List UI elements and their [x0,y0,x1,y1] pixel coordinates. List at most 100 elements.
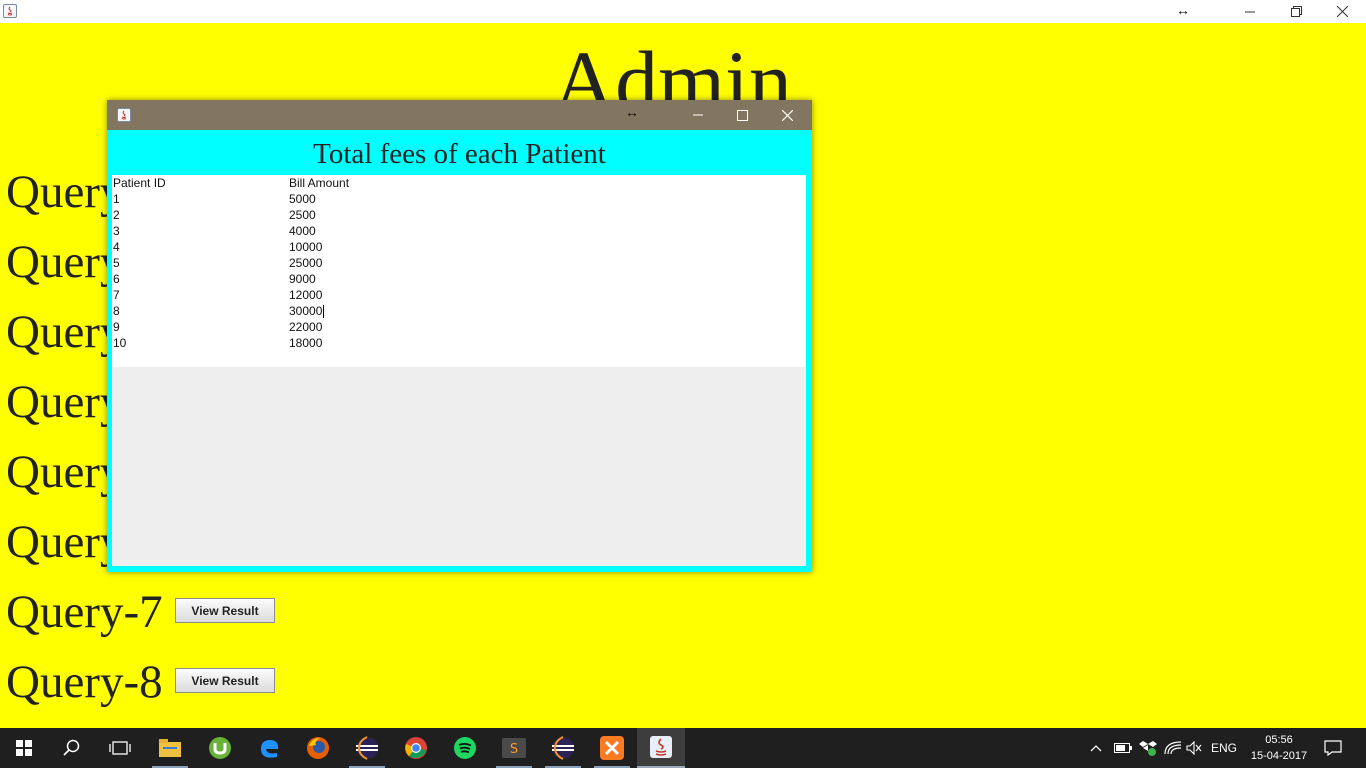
result-dialog: ↔ Total fees of each Patient Patient ID … [107,100,812,572]
java-app-icon [3,4,17,18]
column-header-patient-id[interactable]: Patient ID [113,175,166,191]
cell-patient-id: 2 [113,208,120,222]
firefox-taskbar-button[interactable] [294,728,342,768]
cell-bill-amount: 10000 [289,240,323,254]
table-row[interactable]: 1 5000 [112,191,806,207]
table-row[interactable]: 5 25000 [112,255,806,271]
java-taskbar-button[interactable] [637,728,685,768]
cell-bill-amount: 9000 [289,272,316,286]
table-header-row: Patient ID Bill Amount [112,175,806,191]
main-window-titlebar: ↔ [0,0,1366,23]
cell-bill-amount-editing[interactable]: 30000 [289,303,325,319]
eclipse-icon [356,736,378,760]
cell-patient-id: 5 [113,256,120,270]
restore-button[interactable] [1273,0,1319,23]
view-result-button[interactable]: View Result [175,668,275,693]
cell-patient-id: 3 [113,224,120,238]
column-header-bill-amount[interactable]: Bill Amount [289,175,349,191]
edge-taskbar-button[interactable] [245,728,293,768]
windows-start-icon [16,740,32,756]
query-label: Query-7 [6,586,163,638]
utorrent-icon [209,737,231,759]
file-explorer-taskbar-button[interactable] [146,728,194,768]
close-button[interactable] [1319,0,1365,23]
cell-patient-id: 7 [113,288,120,302]
java-icon [650,736,672,758]
firefox-icon [307,737,329,759]
cell-bill-amount: 22000 [289,320,323,334]
cell-patient-id: 4 [113,240,120,254]
show-hidden-icons-button[interactable] [1090,728,1102,768]
language-label: ENG [1211,741,1238,755]
xampp-taskbar-button[interactable] [588,728,636,768]
dropbox-tray-icon[interactable] [1139,728,1157,768]
volume-muted-icon [1186,741,1202,755]
cell-bill-amount: 5000 [289,192,316,206]
dialog-titlebar[interactable]: ↔ [107,100,812,130]
dialog-minimize-button[interactable] [675,100,720,130]
battery-icon [1114,743,1132,753]
chrome-taskbar-button[interactable] [392,728,440,768]
view-result-button[interactable]: View Result [175,598,275,623]
search-button[interactable] [48,728,96,768]
cell-patient-id: 8 [113,304,120,318]
cell-bill-amount: 18000 [289,336,323,350]
svg-text:S: S [510,742,518,757]
notification-icon [1324,740,1342,756]
chrome-icon [405,737,427,759]
start-button[interactable] [0,728,48,768]
dialog-heading: Total fees of each Patient [313,138,606,170]
action-center-button[interactable] [1324,728,1342,768]
eclipse-taskbar-button[interactable] [343,728,391,768]
task-view-button[interactable] [96,728,144,768]
table-row[interactable]: 3 4000 [112,223,806,239]
edge-icon [261,740,279,758]
spotify-taskbar-button[interactable] [441,728,489,768]
wifi-icon [1164,741,1182,755]
dialog-close-button[interactable] [765,100,810,130]
battery-tray-icon[interactable] [1114,728,1132,768]
table-row[interactable]: 7 12000 [112,287,806,303]
chevron-up-icon [1090,745,1102,752]
table-row[interactable]: 8 30000 [112,303,806,319]
spotify-icon [454,737,476,759]
empty-panel [112,367,806,566]
minimize-button[interactable] [1227,0,1273,23]
dropbox-icon [1139,741,1157,756]
cell-bill-amount: 30000 [289,304,323,318]
clock-time: 05:56 [1265,734,1293,746]
clock[interactable]: 05:56 15-04-2017 [1248,732,1310,764]
eclipse-icon [552,736,574,760]
resize-cursor-icon: ↔ [625,104,639,120]
java-app-icon [117,108,131,122]
cell-patient-id: 1 [113,192,120,206]
language-indicator[interactable]: ENG [1211,728,1237,768]
cell-patient-id: 9 [113,320,120,334]
cell-bill-amount: 25000 [289,256,323,270]
file-explorer-icon [159,739,181,757]
resize-cursor-icon: ↔ [1176,2,1190,18]
taskbar: S ENG 05:56 15-04-2017 [0,728,1366,768]
search-icon [63,739,80,756]
dialog-maximize-button[interactable] [720,100,765,130]
wifi-tray-icon[interactable] [1164,728,1182,768]
utorrent-taskbar-button[interactable] [196,728,244,768]
clock-date: 15-04-2017 [1250,750,1308,762]
text-caret [323,305,325,319]
sublime-text-taskbar-button[interactable]: S [490,728,538,768]
sublime-text-icon: S [502,738,526,758]
table-row[interactable]: 2 2500 [112,207,806,223]
table-row[interactable]: 9 22000 [112,319,806,335]
eclipse-taskbar-button-2[interactable] [539,728,587,768]
task-view-icon [109,741,131,755]
table-row[interactable]: 6 9000 [112,271,806,287]
cell-patient-id: 10 [113,336,127,350]
fees-table[interactable]: Patient ID Bill Amount 1 5000 2 2500 3 4… [112,175,806,367]
cell-bill-amount: 4000 [289,224,316,238]
table-row[interactable]: 10 18000 [112,335,806,351]
cell-patient-id: 6 [113,272,120,286]
query-label: Query-8 [6,656,163,708]
table-row[interactable]: 4 10000 [112,239,806,255]
xampp-icon [600,736,624,760]
volume-tray-icon[interactable] [1186,728,1202,768]
